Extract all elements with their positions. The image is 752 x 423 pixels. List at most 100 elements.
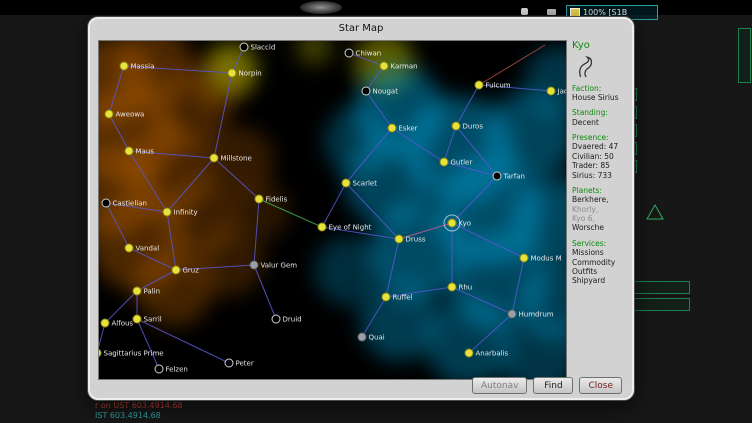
star-label: Gruz xyxy=(183,267,200,275)
star-label: Norpin xyxy=(239,70,262,78)
star-label: Tarfan xyxy=(503,173,525,181)
star-system-druid[interactable]: Druid xyxy=(272,315,302,324)
nebula-orange xyxy=(229,181,289,241)
star-system-chiwan[interactable]: Chiwan xyxy=(345,49,381,58)
star-label: Anarbalis xyxy=(476,350,509,358)
star-system-felzen[interactable]: Felzen xyxy=(155,365,188,374)
star-system-slaccid[interactable]: Slaccid xyxy=(240,43,275,52)
star-system-tarfan[interactable]: Tarfan xyxy=(493,172,525,181)
star-label: Druid xyxy=(283,316,302,324)
star-system-modus-m[interactable]: Modus M xyxy=(520,254,562,263)
star-system-peter[interactable]: Peter xyxy=(225,359,254,368)
star-system-gutler[interactable]: Gutler xyxy=(440,158,472,167)
star-system-vandal[interactable]: Vandal xyxy=(125,244,159,253)
star-icon xyxy=(395,235,403,243)
star-system-aweowa[interactable]: Aweowa xyxy=(105,110,144,119)
close-button[interactable]: Close xyxy=(579,377,622,394)
hud-marker-icon xyxy=(521,8,528,15)
faction-label: Faction: xyxy=(572,84,630,93)
standing-label: Standing: xyxy=(572,108,630,117)
house-sirius-logo-icon xyxy=(576,56,594,78)
energy-icon xyxy=(570,8,580,18)
star-system-millstone[interactable]: Millstone xyxy=(210,154,252,163)
star-system-maus[interactable]: Maus xyxy=(125,147,154,156)
star-label: Humdrum xyxy=(519,311,554,319)
star-icon xyxy=(508,310,516,318)
presence-label: Presence: xyxy=(572,133,630,142)
star-system-infinity[interactable]: Infinity xyxy=(163,208,198,217)
star-icon xyxy=(163,208,171,216)
star-label: Nougat xyxy=(373,88,399,96)
star-system-scarlet[interactable]: Scarlet xyxy=(342,179,377,188)
services-label: Services: xyxy=(572,239,630,248)
star-label: Sagittarius Prime xyxy=(104,350,164,358)
star-system-norpin[interactable]: Norpin xyxy=(228,69,262,78)
star-icon xyxy=(475,81,483,89)
star-label: Fulcum xyxy=(486,82,511,90)
star-system-humdrum[interactable]: Humdrum xyxy=(508,310,554,319)
star-icon xyxy=(448,283,456,291)
star-system-esker[interactable]: Esker xyxy=(388,124,418,133)
star-icon xyxy=(133,287,141,295)
star-label: Sarril xyxy=(144,316,162,324)
star-system-alfous[interactable]: Alfous xyxy=(101,319,133,328)
service-item: Missions xyxy=(572,248,630,257)
star-label: Massia xyxy=(131,63,155,71)
planet-item: Kyo 6, xyxy=(572,214,630,223)
star-icon xyxy=(225,359,233,367)
star-label: Alfous xyxy=(112,320,134,328)
star-icon xyxy=(388,124,396,132)
star-system-sagittarius-prime[interactable]: Sagittarius Prime xyxy=(99,349,164,358)
presence-list: Dvaered: 47Civilian: 50Trader: 85Sirius:… xyxy=(572,142,630,180)
star-icon xyxy=(210,154,218,162)
star-system-massia[interactable]: Massia xyxy=(120,62,154,71)
star-system-duros[interactable]: Duros xyxy=(452,122,483,131)
target-triangle-icon xyxy=(646,204,664,220)
nebula-cyan xyxy=(314,236,384,306)
star-system-druss[interactable]: Druss xyxy=(395,235,426,244)
star-system-eye-of-night[interactable]: Eye of Night xyxy=(318,223,372,232)
star-icon xyxy=(345,49,353,57)
star-system-palin[interactable]: Palin xyxy=(133,287,160,296)
star-icon xyxy=(240,43,248,51)
planet-item: Berkhere, xyxy=(572,195,630,204)
star-system-karman[interactable]: Karman xyxy=(380,62,418,71)
star-label: Kyo xyxy=(459,220,472,228)
hud-marker-icon xyxy=(547,9,556,15)
service-item: Shipyard xyxy=(572,276,630,285)
faction-value: House Sirius xyxy=(572,93,630,102)
hyperlane xyxy=(254,265,276,319)
service-item: Outfits xyxy=(572,267,630,276)
star-icon xyxy=(382,293,390,301)
autonav-button[interactable]: Autonav xyxy=(472,377,527,394)
star-label: Modus M xyxy=(531,255,562,263)
star-icon xyxy=(133,315,141,323)
ship-sprite xyxy=(300,1,342,14)
star-system-rhu[interactable]: Rhu xyxy=(448,283,472,292)
star-icon xyxy=(380,62,388,70)
star-label: Scarlet xyxy=(353,180,378,188)
star-label: Rhu xyxy=(459,284,473,292)
star-system-quai[interactable]: Quai xyxy=(358,333,385,342)
star-system-anarbalis[interactable]: Anarbalis xyxy=(465,349,509,358)
hud-panel xyxy=(738,28,751,83)
star-system-sarril[interactable]: Sarril xyxy=(133,315,162,324)
star-system-nougat[interactable]: Nougat xyxy=(362,87,398,96)
star-icon xyxy=(440,158,448,166)
star-system-fulcum[interactable]: Fulcum xyxy=(475,81,511,90)
star-system-castielian[interactable]: Castielian xyxy=(102,199,147,208)
star-system-fidelis[interactable]: Fidelis xyxy=(255,195,288,204)
planets-label: Planets: xyxy=(572,186,630,195)
star-label: Castielian xyxy=(113,200,147,208)
game-screen: 100% [S1B r on UST 603.4914.68 IST 603.4… xyxy=(0,0,752,423)
star-map-area[interactable]: Massia Slaccid Norpin Chiwan Karman Nougat Ful… xyxy=(98,40,567,380)
star-system-gruz[interactable]: Gruz xyxy=(172,266,199,275)
selected-system-name: Kyo xyxy=(572,40,630,53)
star-icon xyxy=(255,195,263,203)
find-button[interactable]: Find xyxy=(533,377,573,394)
star-map-dialog: Star Map MassiaSlaccidNorpinChiwanKarman… xyxy=(88,17,634,400)
star-system-valur-gem[interactable]: Valur Gem xyxy=(250,261,297,270)
star-system-ruffel[interactable]: Ruffel xyxy=(382,293,413,302)
dialog-button-row: Autonav Find Close xyxy=(472,377,622,394)
planet-item: Khorly, xyxy=(572,205,630,214)
